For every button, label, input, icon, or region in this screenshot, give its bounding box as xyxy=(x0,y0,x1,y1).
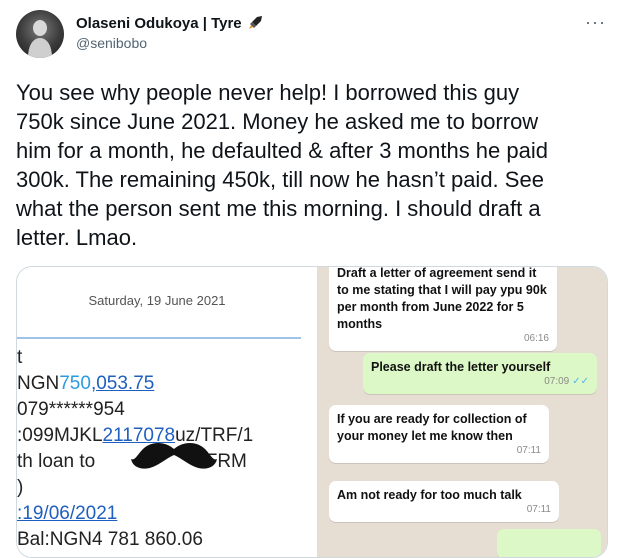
amount-rest: ,053.75 xyxy=(90,373,155,394)
tweet-text: You see why people never help! I borrowe… xyxy=(16,78,611,252)
narration-prefix: th loan to xyxy=(17,451,101,472)
divider xyxy=(17,337,301,339)
message-text: Draft a letter of agreement send it to m… xyxy=(337,266,547,331)
ref-prefix: :099MJKL xyxy=(17,425,103,446)
chat-message-incoming: Draft a letter of agreement send it to m… xyxy=(329,266,557,351)
message-text: Please draft the letter yourself xyxy=(371,360,551,374)
display-name-text[interactable]: Olaseni Odukoya | Tyre xyxy=(76,15,242,32)
message-time-row: 07:09 ✓✓ xyxy=(371,376,589,388)
message-time: 07:11 xyxy=(526,504,551,515)
whatsapp-chat-screenshot[interactable]: Draft a letter of agreement send it to m… xyxy=(317,267,607,557)
tweet-text-line: him for a month, he defaulted & after 3 … xyxy=(16,138,548,163)
chat-message-incoming: If you are ready for collection of your … xyxy=(329,405,549,463)
bank-account-row: 079******954 xyxy=(17,399,125,420)
bank-balance-row: Bal:NGN4 781 860.06 xyxy=(17,529,203,550)
bank-amount-row: NGN750,053.75 xyxy=(17,373,154,395)
read-ticks-icon: ✓✓ xyxy=(572,376,589,387)
chat-message-incoming: Am not ready for too much talk 07:11 xyxy=(329,481,559,522)
mustache-sticker xyxy=(131,443,217,469)
amount-highlight: 750 xyxy=(59,373,91,394)
bank-alert-date: Saturday, 19 June 2021 xyxy=(88,293,226,308)
message-time: 07:09 xyxy=(544,376,570,387)
tweet-text-line: 750k since June 2021. Money he asked me … xyxy=(16,109,539,134)
tweet-text-line: what the person sent me this morning. I … xyxy=(16,196,541,221)
amount-currency: NGN xyxy=(17,373,60,394)
bank-date-row: :19/06/2021 xyxy=(17,503,118,524)
message-time: 07:11 xyxy=(516,445,541,456)
chat-message-outgoing: Please draft the letter yourself 07:09 ✓✓ xyxy=(363,353,597,394)
bank-alert-screenshot[interactable]: Saturday, 19 June 2021 t NGN750,053.75 0… xyxy=(17,267,313,557)
display-name[interactable]: Olaseni Odukoya | Tyre xyxy=(76,14,264,34)
tweet-text-line: 300k. The remaining 450k, till now he ha… xyxy=(16,167,544,192)
message-time: 06:16 xyxy=(523,333,549,344)
rocket-icon xyxy=(248,14,264,34)
tweet-media[interactable]: Saturday, 19 June 2021 t NGN750,053.75 0… xyxy=(16,266,608,558)
avatar[interactable] xyxy=(16,10,64,58)
tweet-text-line: letter. Lmao. xyxy=(16,225,138,250)
tweet-text-line: You see why people never help! I borrowe… xyxy=(16,80,520,105)
user-handle[interactable]: @senibobo xyxy=(76,35,147,51)
message-text: Am not ready for too much talk xyxy=(337,488,522,502)
chat-message-outgoing-partial xyxy=(497,529,601,557)
more-icon[interactable]: ··· xyxy=(585,12,606,33)
message-text: If you are ready for collection of your … xyxy=(337,412,527,443)
bank-row: ) xyxy=(17,477,24,498)
bank-row: t xyxy=(17,347,23,368)
